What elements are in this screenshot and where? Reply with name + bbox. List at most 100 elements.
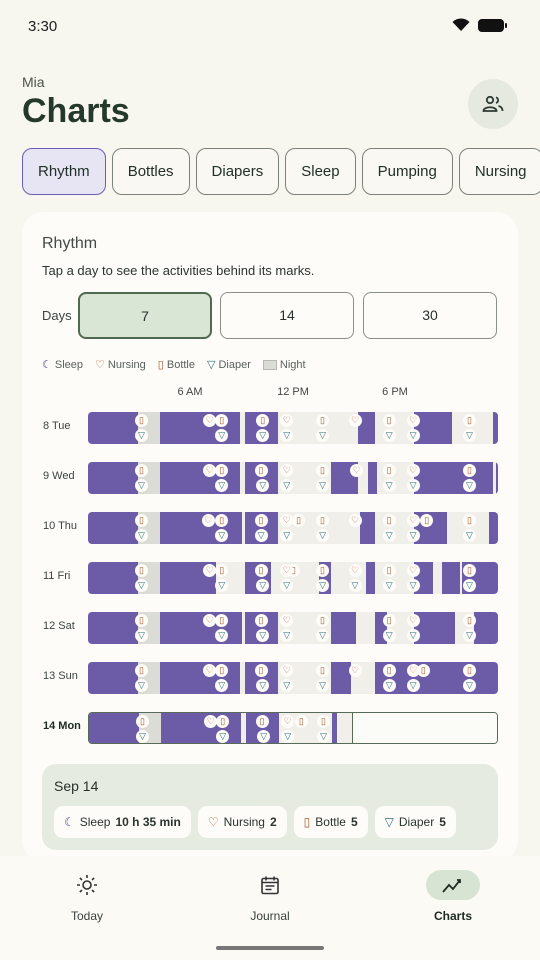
calendar-icon <box>261 876 279 895</box>
bottle-icon: ▯ <box>157 359 164 371</box>
rhythm-row[interactable]: 8 Tue ▯ ▯ ▯ ▯ ▯ ▯ ♡ ♡ ♡ ♡ ▽ ▽ ▽ ▽ ▽ ▽ ▽ ▽ <box>22 410 518 446</box>
status-time: 3:30 <box>28 18 58 35</box>
rhythm-row[interactable]: 14 Mon ▯ ▯ ▯ ▯ ▯ ♡ ♡ ▽ ▽ ▽ ▽ ▽ <box>22 710 518 746</box>
moon-icon: ☾ <box>42 359 52 371</box>
bottle-mark: ▯ <box>134 464 148 477</box>
rhythm-row[interactable]: 12 Sat ▯ ▯ ▯ ▯ ▯ ▯ ♡ ♡ ♡ ▽ ▽ ▽ ▽ ▽ ▽ ▽ ▽ <box>22 610 518 646</box>
sleep-segment <box>88 462 138 494</box>
row-day-label: 14 Mon <box>43 720 81 732</box>
days-7-button[interactable]: 7 <box>78 292 212 339</box>
diaper-mark: ▽ <box>215 579 229 592</box>
rhythm-row[interactable]: 11 Fri ▯ ▯ ▯ ▯ ▯ ▯ ▯ ♡ ♡ ♡ ♡ ▽ ▽ ▽ ▽ ▽ ▽ ▽ ▽ ▽ <box>22 560 518 596</box>
rhythm-row[interactable]: 13 Sun ▯ ▯ ▯ ▯ ▯ ▯ ▯ ♡ ♡ ♡ ♡ ▽ ▽ ▽ ▽ ▽ ▽ ▽ ▽ <box>22 660 518 696</box>
diaper-mark: ▽ <box>316 429 330 442</box>
status-bar: 3:30 <box>0 0 540 52</box>
diaper-mark: ▽ <box>382 479 396 492</box>
diaper-mark: ▽ <box>316 529 330 542</box>
day-track[interactable]: ▯ ▯ ▯ ▯ ▯ ▯ ▯ ▯ ♡ ♡ ♡ ♡ ▽ ▽ ▽ ▽ ▽ ▽ ▽ ▽ <box>88 512 498 544</box>
bottle-mark: ▯ <box>382 414 396 427</box>
day-track[interactable]: ▯ ▯ ▯ ▯ ▯ ▯ ▯ ♡ ♡ ♡ ♡ ▽ ▽ ▽ ▽ ▽ ▽ ▽ ▽ ▽ <box>88 562 498 594</box>
bottle-mark: ▯ <box>462 614 476 627</box>
sleep-segment <box>414 462 493 494</box>
diaper-icon: ▽ <box>384 815 394 829</box>
battery-icon <box>478 18 507 32</box>
bottle-mark: ▯ <box>316 514 330 527</box>
tab-diapers[interactable]: Diapers <box>195 148 280 195</box>
nav-charts[interactable]: Charts <box>403 870 503 923</box>
tab-sleep[interactable]: Sleep <box>285 148 356 195</box>
nursing-mark: ♡ <box>280 614 294 627</box>
bottom-nav: Today Journal Charts <box>0 856 540 960</box>
wifi-icon <box>452 18 470 31</box>
diaper-mark: ▽ <box>317 730 331 743</box>
chart-legend: ☾ Sleep ♡ Nursing ▯ Bottle ▽ Diaper Night <box>42 358 306 372</box>
diaper-mark: ▽ <box>462 529 476 542</box>
diaper-mark: ▽ <box>462 679 476 692</box>
days-14-button[interactable]: 14 <box>220 292 354 339</box>
bottle-mark: ▯ <box>462 464 476 477</box>
sleep-segment <box>492 412 498 444</box>
diaper-mark: ▽ <box>280 629 294 642</box>
summary-date: Sep 14 <box>54 778 99 794</box>
nursing-mark: ♡ <box>406 414 420 427</box>
sleep-segment <box>89 713 139 743</box>
bottle-mark: ▯ <box>316 464 330 477</box>
profiles-button[interactable] <box>468 79 518 129</box>
page-header: Mia Charts <box>22 74 130 131</box>
nursing-mark: ♡ <box>280 664 294 677</box>
tab-bottles[interactable]: Bottles <box>111 148 190 195</box>
days-label: Days <box>42 308 72 323</box>
diaper-mark: ▽ <box>382 629 396 642</box>
row-day-label: 9 Wed <box>43 470 75 482</box>
bottle-mark: ▯ <box>382 514 396 527</box>
days-30-button[interactable]: 30 <box>363 292 497 339</box>
bottle-mark: ▯ <box>382 464 396 477</box>
rhythm-row[interactable]: 9 Wed ▯ ▯ ▯ ▯ ▯ ▯ ♡ ♡ ♡ ♡ ▽ ▽ ▽ ▽ ▽ ▽ ▽ ▽ <box>22 460 518 496</box>
diaper-mark: ▽ <box>462 629 476 642</box>
day-track[interactable]: ▯ ▯ ▯ ▯ ▯ ▯ ♡ ♡ ♡ ▽ ▽ ▽ ▽ ▽ ▽ ▽ ▽ <box>88 612 498 644</box>
day-track[interactable]: ▯ ▯ ▯ ▯ ▯ ▯ ▯ ♡ ♡ ♡ ♡ ▽ ▽ ▽ ▽ ▽ ▽ ▽ ▽ <box>88 662 498 694</box>
diaper-mark: ▽ <box>316 629 330 642</box>
moon-icon: ☾ <box>64 815 75 829</box>
legend-bottle: ▯ Bottle <box>157 358 195 372</box>
diaper-mark: ▽ <box>134 429 148 442</box>
diaper-mark: ▽ <box>134 579 148 592</box>
nav-journal[interactable]: Journal <box>220 870 320 923</box>
tab-pumping[interactable]: Pumping <box>361 148 453 195</box>
chart-tabs: Rhythm Bottles Diapers Sleep Pumping Nursing <box>22 148 540 196</box>
day-track[interactable]: ▯ ▯ ▯ ▯ ▯ ▯ ♡ ♡ ♡ ♡ ▽ ▽ ▽ ▽ ▽ ▽ ▽ ▽ <box>88 412 498 444</box>
tab-rhythm[interactable]: Rhythm <box>22 148 106 195</box>
diaper-mark: ▽ <box>316 679 330 692</box>
nursing-mark: ♡ <box>280 464 294 477</box>
hour-axis: 6 AM 12 PM 6 PM <box>22 386 518 402</box>
bottle-mark: ▯ <box>382 564 396 577</box>
sleep-segment <box>441 562 461 594</box>
day-track[interactable]: ▯ ▯ ▯ ▯ ▯ ▯ ♡ ♡ ♡ ♡ ▽ ▽ ▽ ▽ ▽ ▽ ▽ ▽ <box>88 462 498 494</box>
sleep-segment <box>88 612 138 644</box>
row-day-label: 8 Tue <box>43 420 71 432</box>
card-title: Rhythm <box>42 235 98 252</box>
diaper-mark: ▽ <box>406 579 420 592</box>
day-track[interactable]: ▯ ▯ ▯ ▯ ▯ ♡ ♡ ▽ ▽ ▽ ▽ ▽ <box>88 712 498 744</box>
diaper-mark: ▽ <box>134 679 148 692</box>
bottle-mark: ▯ <box>382 664 396 677</box>
hour-label: 6 PM <box>382 386 408 398</box>
rhythm-row[interactable]: 10 Thu ▯ ▯ ▯ ▯ ▯ ▯ ▯ ▯ ♡ ♡ ♡ ♡ ▽ ▽ ▽ ▽ ▽ ▽ ▽ ▽ <box>22 510 518 546</box>
bottle-mark: ▯ <box>134 564 148 577</box>
nursing-icon: ♡ <box>207 815 219 829</box>
nursing-mark: ♡ <box>406 564 420 577</box>
nursing-mark: ♡ <box>406 664 420 677</box>
nav-today[interactable]: Today <box>37 870 137 923</box>
legend-nursing: ♡ Nursing <box>95 358 146 372</box>
bottle-mark: ▯ <box>134 614 148 627</box>
child-name: Mia <box>22 74 45 90</box>
tab-nursing[interactable]: Nursing <box>458 148 540 195</box>
bottle-mark: ▯ <box>255 715 269 728</box>
bottle-mark: ▯ <box>316 664 330 677</box>
diaper-mark: ▽ <box>348 579 362 592</box>
diaper-mark: ▽ <box>280 529 294 542</box>
future-area <box>352 713 497 743</box>
row-day-label: 12 Sat <box>43 620 75 632</box>
nursing-mark: ♡ <box>348 514 362 527</box>
bottle-mark: ▯ <box>254 464 268 477</box>
